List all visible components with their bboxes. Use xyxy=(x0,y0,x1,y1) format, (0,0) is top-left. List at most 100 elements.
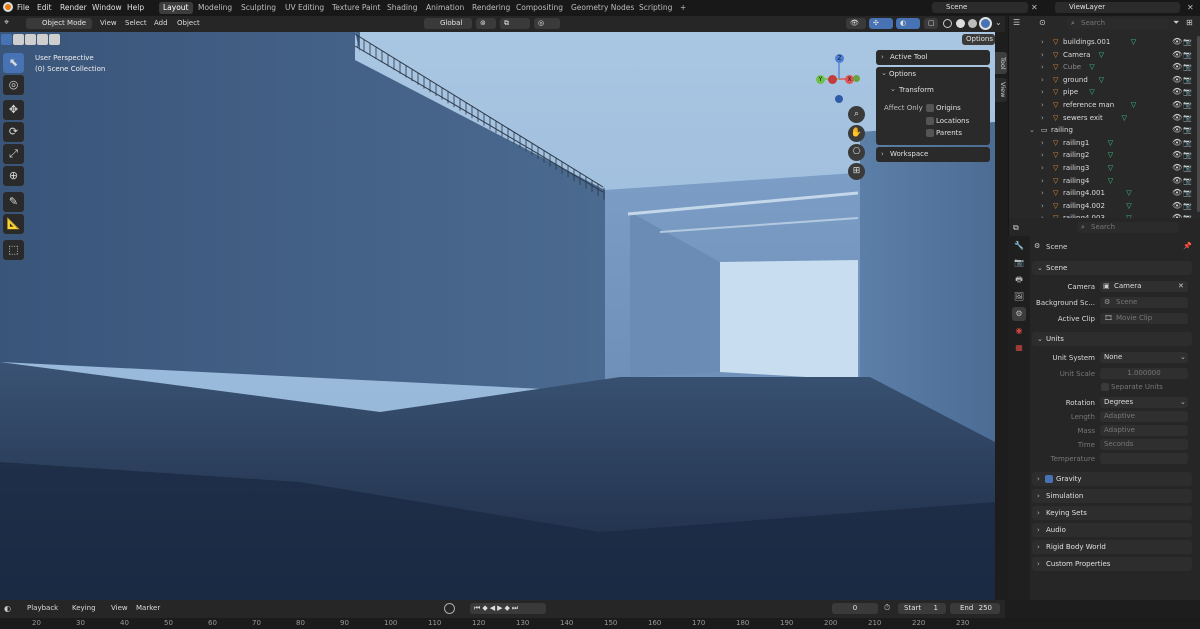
overlays-toggle-icon[interactable]: ◐ xyxy=(896,18,920,29)
menu-edit[interactable]: Edit xyxy=(37,2,52,14)
outliner-row[interactable]: › ▽ railing4 ▽ 👁 📷 xyxy=(1009,175,1192,188)
expand-chevron-icon[interactable]: › xyxy=(1041,49,1044,62)
outliner-row[interactable]: › ▽ Cube ▽ 👁 📷 xyxy=(1009,61,1192,74)
tab-sculpting[interactable]: Sculpting xyxy=(237,2,280,14)
shading-options-icon[interactable]: ⌄ xyxy=(995,18,1002,27)
transform-orientation-selector[interactable]: Global xyxy=(424,18,472,29)
properties-search-input[interactable]: Search xyxy=(1077,222,1179,233)
audio-panel-header[interactable]: Audio xyxy=(1032,523,1192,537)
next-keyframe-icon[interactable]: ◆ xyxy=(504,604,511,612)
outliner-editor-icon[interactable]: ☰ xyxy=(1013,18,1020,27)
collection-properties-icon[interactable]: ▦ xyxy=(1012,341,1026,355)
simulation-panel-header[interactable]: Simulation xyxy=(1032,489,1192,503)
visibility-icon[interactable]: 👁 xyxy=(846,18,866,29)
visibility-eye-icon[interactable]: 👁 xyxy=(1172,175,1182,188)
outliner-row[interactable]: › ▽ railing4.002 ▽ 👁 📷 xyxy=(1009,200,1192,213)
tab-uv-editing[interactable]: UV Editing xyxy=(281,2,328,14)
npanel-active-tool[interactable]: Active Tool xyxy=(876,50,990,65)
pin-icon[interactable]: 📌 xyxy=(1183,242,1192,250)
close-scene-icon[interactable]: ✕ xyxy=(1031,3,1038,12)
blender-logo-icon[interactable] xyxy=(3,2,13,12)
outliner-row[interactable]: › ▽ railing3 ▽ 👁 📷 xyxy=(1009,162,1192,175)
outliner-search-input[interactable]: Search xyxy=(1067,18,1169,29)
camera-view-icon[interactable]: ⎔ xyxy=(848,144,865,161)
start-frame-field[interactable]: Start 1 xyxy=(898,603,946,614)
visibility-eye-icon[interactable]: 👁 xyxy=(1172,99,1182,112)
gravity-panel-header[interactable]: Gravity xyxy=(1032,472,1192,486)
tab-compositing[interactable]: Compositing xyxy=(512,2,567,14)
pivot-point-icon[interactable]: ⊚ xyxy=(476,18,496,29)
visibility-eye-icon[interactable]: 👁 xyxy=(1172,112,1182,125)
end-frame-field[interactable]: End 250 xyxy=(950,603,1000,614)
keying-sets-panel-header[interactable]: Keying Sets xyxy=(1032,506,1192,520)
render-camera-icon[interactable]: 📷 xyxy=(1183,149,1192,162)
expand-chevron-icon[interactable]: › xyxy=(1041,61,1044,74)
render-camera-icon[interactable]: 📷 xyxy=(1183,112,1192,125)
outliner-row[interactable]: › ▽ railing4.001 ▽ 👁 📷 xyxy=(1009,187,1192,200)
measure-tool-icon[interactable]: 📐 xyxy=(3,214,24,234)
tab-view[interactable]: View xyxy=(995,78,1007,102)
visibility-eye-icon[interactable]: 👁 xyxy=(1172,149,1182,162)
rotate-tool-icon[interactable]: ⟳ xyxy=(3,122,24,142)
tool-properties-icon[interactable]: 🔧 xyxy=(1012,239,1026,253)
render-properties-icon[interactable]: 📷 xyxy=(1012,256,1026,270)
unit-system-select[interactable]: None xyxy=(1100,352,1188,363)
visibility-eye-icon[interactable]: 👁 xyxy=(1172,74,1182,87)
expand-chevron-icon[interactable]: › xyxy=(1041,162,1044,175)
visibility-eye-icon[interactable]: 👁 xyxy=(1172,200,1182,213)
menu-help[interactable]: Help xyxy=(127,2,144,14)
gizmo-y-axis[interactable]: Y xyxy=(816,75,825,84)
locations-checkbox[interactable] xyxy=(926,117,934,125)
render-camera-icon[interactable]: 📷 xyxy=(1183,162,1192,175)
unit-scale-field[interactable]: 1.000000 xyxy=(1100,368,1188,379)
expand-chevron-icon[interactable]: › xyxy=(1041,149,1044,162)
visibility-eye-icon[interactable]: 👁 xyxy=(1172,36,1182,49)
select-subtract-icon[interactable] xyxy=(25,34,36,45)
outliner-row[interactable]: › ▽ railing1 ▽ 👁 📷 xyxy=(1009,137,1192,150)
timeline-ruler[interactable]: 20 30 40 50 60 70 80 90 100 110 120 130 140 150 160 170… xyxy=(0,618,1200,629)
prev-keyframe-icon[interactable]: ◆ xyxy=(482,604,489,612)
mass-select[interactable]: Adaptive xyxy=(1100,425,1188,436)
viewport-menu-view[interactable]: View xyxy=(100,18,117,29)
options-title[interactable]: Options xyxy=(889,70,916,78)
separate-units-checkbox[interactable] xyxy=(1101,383,1109,391)
add-workspace-button[interactable]: + xyxy=(676,2,690,14)
expand-chevron-icon[interactable]: ⌄ xyxy=(1029,124,1035,137)
menu-render[interactable]: Render xyxy=(60,2,87,14)
length-select[interactable]: Adaptive xyxy=(1100,411,1188,422)
move-tool-icon[interactable]: ✥ xyxy=(3,100,24,120)
render-camera-icon[interactable]: 📷 xyxy=(1183,175,1192,188)
view-layer-properties-icon[interactable]: 🖼 xyxy=(1012,290,1026,304)
zoom-icon[interactable]: ⌕ xyxy=(848,106,865,123)
collection-row[interactable]: ⌄ ▭ railing 👁 📷 xyxy=(1009,124,1192,137)
visibility-eye-icon[interactable]: 👁 xyxy=(1172,187,1182,200)
tab-geometry-nodes[interactable]: Geometry Nodes xyxy=(567,2,638,14)
shading-rendered-icon[interactable] xyxy=(979,17,992,30)
render-camera-icon[interactable]: 📷 xyxy=(1183,99,1192,112)
visibility-eye-icon[interactable]: 👁 xyxy=(1172,124,1182,137)
transform-tool-icon[interactable]: ⊕ xyxy=(3,166,24,186)
new-collection-icon[interactable]: ⊞ xyxy=(1186,18,1193,27)
outliner-row[interactable]: › ▽ pipe ▽ 👁 📷 xyxy=(1009,86,1192,99)
auto-keying-icon[interactable] xyxy=(444,603,455,614)
expand-chevron-icon[interactable]: › xyxy=(1041,187,1044,200)
editor-type-icon[interactable]: ⌖ xyxy=(4,18,9,28)
expand-chevron-icon[interactable]: › xyxy=(1041,36,1044,49)
cursor-tool-icon[interactable]: ◎ xyxy=(3,75,24,95)
visibility-eye-icon[interactable]: 👁 xyxy=(1172,61,1182,74)
play-reverse-icon[interactable]: ◀ xyxy=(490,604,497,612)
timeline-menu-view[interactable]: View xyxy=(111,603,128,614)
current-frame-field[interactable]: 0 xyxy=(832,603,878,614)
active-clip-field[interactable]: Movie Clip xyxy=(1100,313,1188,324)
gizmo-neg-y-axis[interactable] xyxy=(828,75,837,84)
world-properties-icon[interactable]: ◉ xyxy=(1012,324,1026,338)
units-panel-header[interactable]: Units xyxy=(1032,332,1192,346)
expand-chevron-icon[interactable]: › xyxy=(1041,74,1044,87)
tab-rendering[interactable]: Rendering xyxy=(468,2,514,14)
options-button[interactable]: Options xyxy=(962,34,995,45)
scene-properties-icon[interactable]: ⚙ xyxy=(1012,307,1026,321)
render-camera-icon[interactable]: 📷 xyxy=(1183,36,1192,49)
preview-range-icon[interactable]: ⏱ xyxy=(884,603,890,613)
select-box-tool-icon[interactable]: ⬉ xyxy=(3,53,24,73)
shading-material-icon[interactable] xyxy=(968,19,977,28)
